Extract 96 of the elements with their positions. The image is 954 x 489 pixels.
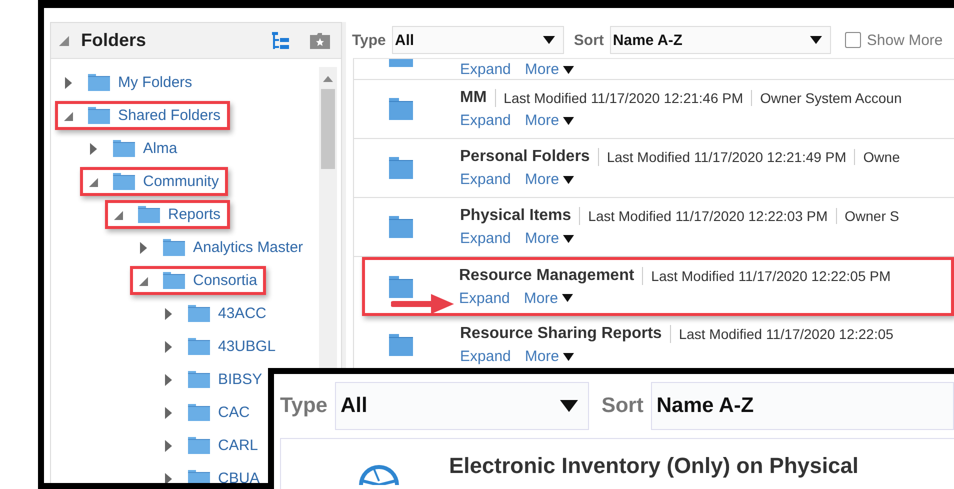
folder-icon	[163, 239, 185, 256]
item-name[interactable]: Resource Sharing Reports	[460, 325, 671, 343]
expand-icon[interactable]	[162, 372, 174, 386]
dropdown-caret-icon	[542, 36, 555, 44]
folder-icon	[389, 98, 413, 120]
item-name[interactable]: Physical Items	[460, 207, 580, 225]
folder-icon	[163, 272, 185, 289]
folder-icon	[389, 276, 413, 298]
expand-link[interactable]: Expand	[460, 171, 511, 188]
modified-date: Last Modified 11/17/2020 12:21:46 PM	[504, 90, 752, 106]
caret-icon	[563, 352, 574, 360]
tree-item[interactable]: BIBSY	[155, 365, 264, 394]
expanded-icon[interactable]	[87, 176, 99, 188]
report-title[interactable]: Electronic Inventory (Only) on Physical	[449, 453, 859, 479]
favorite-folder-icon[interactable]	[309, 32, 331, 50]
expanded-icon[interactable]	[62, 110, 74, 122]
caret-icon	[563, 116, 574, 124]
expand-link[interactable]: Expand	[460, 230, 511, 247]
more-menu[interactable]: More	[524, 112, 574, 129]
dropdown-caret-icon	[810, 36, 822, 44]
expand-icon[interactable]	[162, 340, 174, 354]
checkbox-label: Show More	[866, 32, 943, 48]
panel-title: Folders	[81, 30, 148, 51]
folder-icon	[188, 371, 210, 388]
modified-date: Last Modified 11/17/2020 12:22:05	[678, 326, 894, 342]
folder-icon	[389, 334, 413, 356]
sort-label: Sort	[574, 32, 604, 48]
modified-date: Last Modified 11/17/2020 12:21:49 PM	[606, 149, 856, 165]
dropdown-caret-icon	[560, 400, 578, 412]
owner-text: Owner S	[844, 208, 900, 224]
tree-item[interactable]: Alma	[80, 134, 178, 163]
item-name[interactable]: Personal Folders	[460, 148, 599, 166]
sort-dropdown[interactable]: Name A-Z	[651, 382, 954, 430]
folder-icon	[188, 470, 210, 483]
folder-icon	[113, 173, 135, 190]
tree-item[interactable]: Analytics Master	[130, 233, 304, 262]
tree-item[interactable]: Community	[80, 167, 228, 196]
expand-link[interactable]: Expand	[460, 348, 511, 365]
tree-item[interactable]: 43ACC	[155, 299, 268, 328]
modified-date: Last Modified 11/17/2020 12:22:05 PM	[651, 268, 892, 284]
folder-icon	[389, 157, 413, 179]
modified-date: Last Modified 11/17/2020 12:22:03 PM	[588, 208, 837, 224]
scroll-up-icon[interactable]	[322, 75, 334, 83]
expand-icon[interactable]	[162, 438, 174, 452]
collapse-icon[interactable]	[59, 36, 69, 46]
sort-label: Sort	[601, 394, 644, 418]
caret-icon	[562, 294, 574, 302]
item-name[interactable]: Resource Management	[459, 266, 644, 284]
type-dropdown[interactable]: All	[392, 26, 564, 54]
caret-icon	[563, 66, 574, 74]
folder-icon	[188, 338, 210, 355]
more-menu[interactable]: More	[524, 348, 574, 365]
expand-icon[interactable]	[162, 406, 174, 420]
caret-icon	[563, 176, 574, 184]
owner-text: Owne	[863, 149, 901, 165]
more-menu[interactable]: More	[524, 61, 574, 78]
expand-link[interactable]: Expand	[459, 290, 510, 306]
more-menu[interactable]: More	[524, 290, 574, 306]
folder-icon	[88, 107, 110, 124]
owner-text: Owner System Accoun	[760, 90, 903, 106]
tree-item[interactable]: CAC	[155, 398, 251, 427]
tree-item[interactable]: My Folders	[55, 68, 194, 97]
folder-icon	[138, 206, 160, 223]
expanded-icon[interactable]	[112, 208, 124, 220]
tree-view-icon[interactable]	[271, 30, 291, 50]
sort-dropdown[interactable]: Name A-Z	[610, 26, 831, 54]
expanded-icon[interactable]	[137, 274, 149, 286]
folder-icon	[188, 404, 210, 421]
item-name[interactable]: MM	[460, 89, 496, 107]
tree-item[interactable]: Reports	[105, 200, 230, 229]
expand-icon[interactable]	[62, 76, 74, 90]
folder-icon	[188, 437, 210, 454]
expand-icon[interactable]	[162, 306, 174, 320]
tree-item[interactable]: CBUA	[155, 464, 261, 483]
folder-icon	[113, 140, 135, 157]
gauge-icon	[357, 463, 401, 485]
tree-item[interactable]: 43UBGL	[155, 332, 277, 361]
tree-item[interactable]: CARL	[155, 431, 260, 460]
expand-link[interactable]: Expand	[460, 112, 511, 129]
tree-item[interactable]: Consortia	[130, 266, 266, 295]
caret-icon	[563, 234, 574, 242]
expand-icon[interactable]	[87, 142, 99, 156]
folder-icon	[88, 74, 110, 91]
expand-icon[interactable]	[162, 472, 174, 483]
type-dropdown[interactable]: All	[335, 382, 590, 430]
expand-link[interactable]: Expand	[460, 61, 511, 78]
folder-icon	[389, 216, 413, 238]
type-label: Type	[352, 32, 386, 48]
folder-icon	[188, 305, 210, 322]
scroll-thumb[interactable]	[321, 89, 335, 169]
more-menu[interactable]: More	[524, 171, 574, 188]
checkbox[interactable]	[844, 32, 861, 48]
type-label: Type	[280, 394, 328, 418]
expand-icon[interactable]	[137, 240, 149, 254]
tree-item[interactable]: Shared Folders	[55, 101, 230, 130]
more-menu[interactable]: More	[524, 230, 574, 247]
